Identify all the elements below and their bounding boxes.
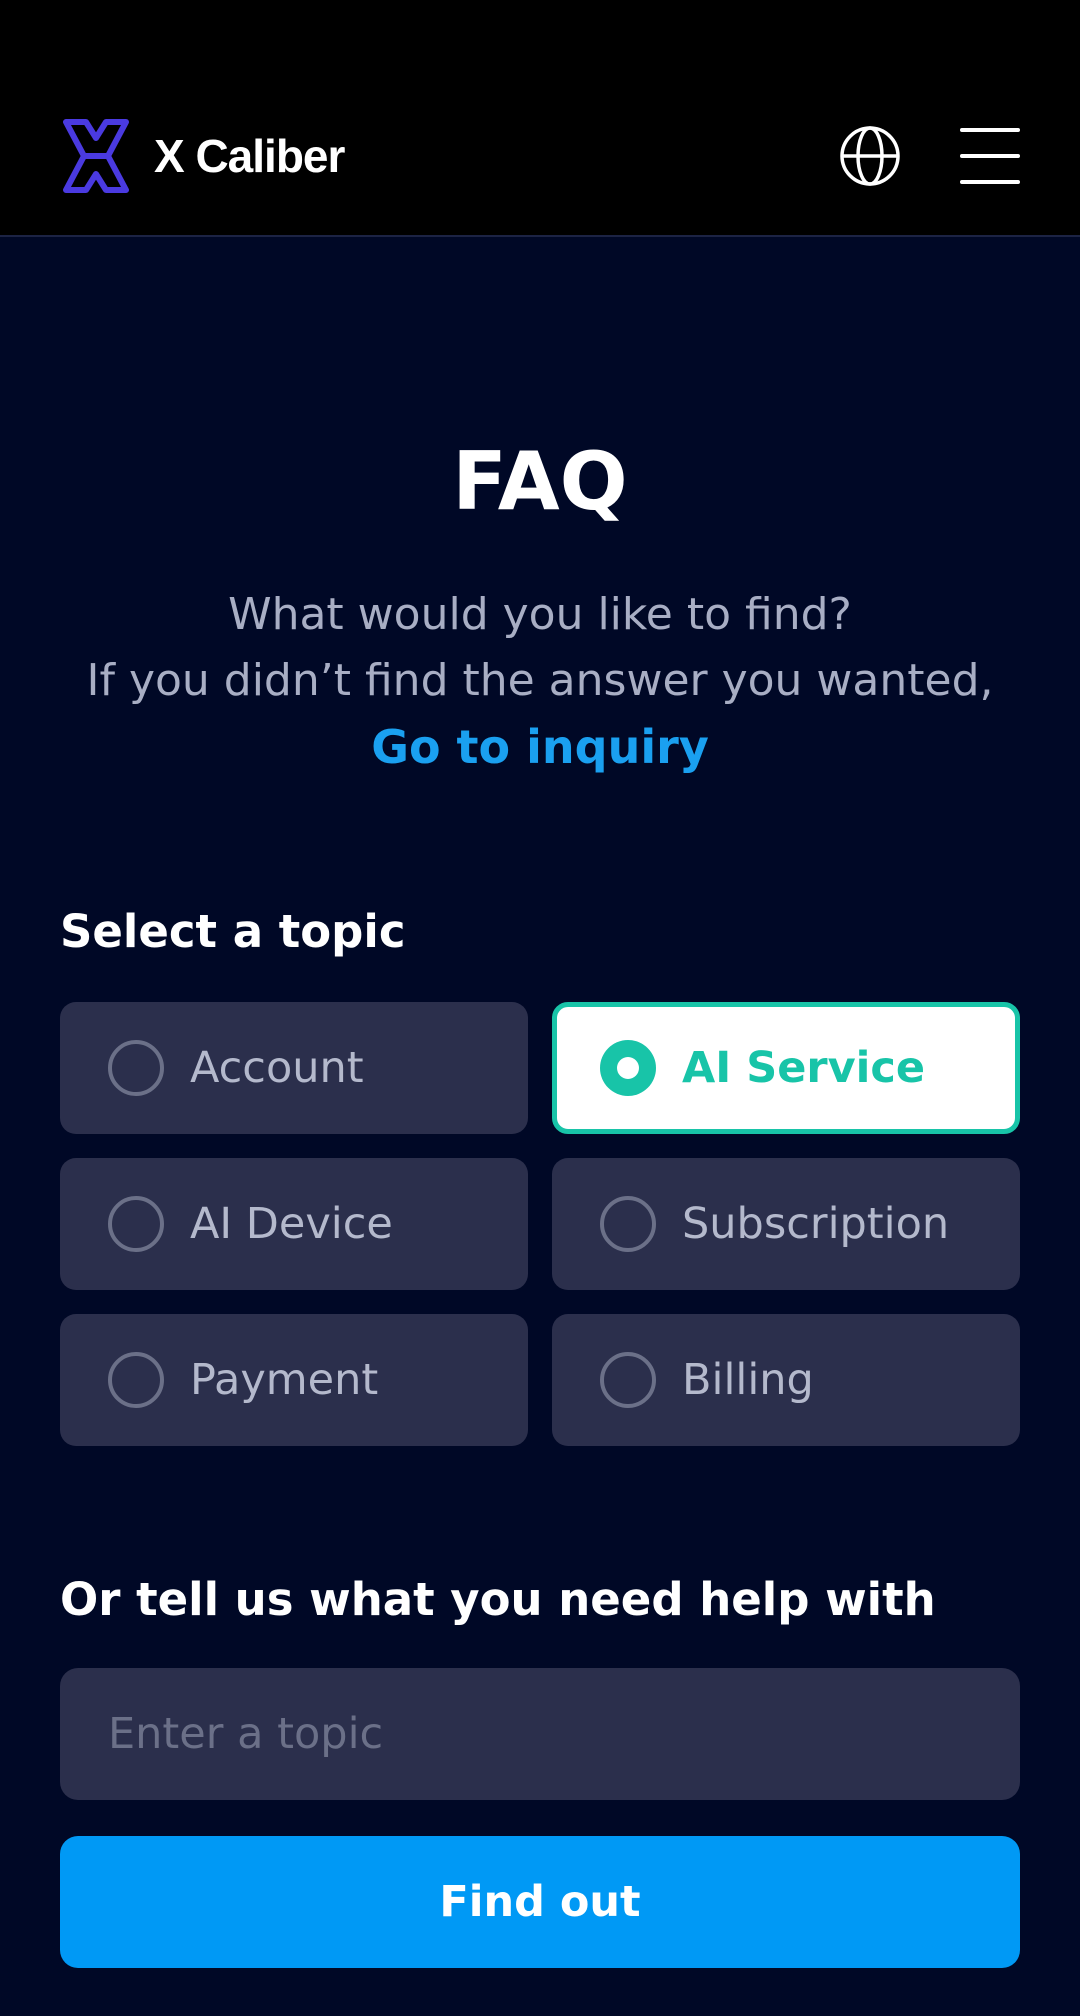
- radio-circle-icon: [108, 1196, 164, 1252]
- language-button[interactable]: [838, 124, 902, 188]
- topic-option-payment[interactable]: Payment: [60, 1314, 528, 1446]
- topic-label: Payment: [190, 1355, 379, 1405]
- brand-logo[interactable]: X Caliber: [60, 118, 345, 194]
- help-heading: Or tell us what you need help with: [60, 1573, 936, 1626]
- radio-circle-icon: [108, 1040, 164, 1096]
- find-out-button[interactable]: Find out: [60, 1836, 1020, 1968]
- page-title: FAQ: [452, 435, 628, 528]
- menu-line-bottom: [960, 180, 1020, 184]
- radio-circle-icon: [600, 1196, 656, 1252]
- topic-label: AI Service: [682, 1043, 926, 1093]
- subtitle-line-1: What would you like to find?: [228, 589, 852, 640]
- menu-line-top: [960, 128, 1020, 132]
- brand-name: X Caliber: [154, 130, 345, 182]
- radio-circle-icon: [108, 1352, 164, 1408]
- xcaliber-logo-icon: [63, 119, 129, 193]
- radio-circle-icon: [600, 1352, 656, 1408]
- top-header: X Caliber: [0, 0, 1080, 237]
- select-topic-heading: Select a topic: [60, 905, 406, 958]
- topic-option-billing[interactable]: Billing: [552, 1314, 1020, 1446]
- topic-option-account[interactable]: Account: [60, 1002, 528, 1134]
- topic-label: Subscription: [682, 1199, 950, 1249]
- topic-label: Billing: [682, 1355, 814, 1405]
- hamburger-menu-button[interactable]: [960, 128, 1020, 184]
- go-to-inquiry-link[interactable]: Go to inquiry: [0, 714, 1080, 780]
- radio-selected-icon: [600, 1040, 656, 1096]
- topic-label: AI Device: [190, 1199, 393, 1249]
- topic-option-ai-device[interactable]: AI Device: [60, 1158, 528, 1290]
- menu-line-middle: [960, 154, 1020, 158]
- topic-option-ai-service[interactable]: AI Service: [552, 1002, 1020, 1134]
- subtitle-line-2: If you didn’t find the answer you wanted…: [86, 655, 994, 706]
- topic-search-input[interactable]: [60, 1668, 1020, 1800]
- globe-icon: [840, 126, 900, 186]
- topic-option-subscription[interactable]: Subscription: [552, 1158, 1020, 1290]
- topic-label: Account: [190, 1043, 364, 1093]
